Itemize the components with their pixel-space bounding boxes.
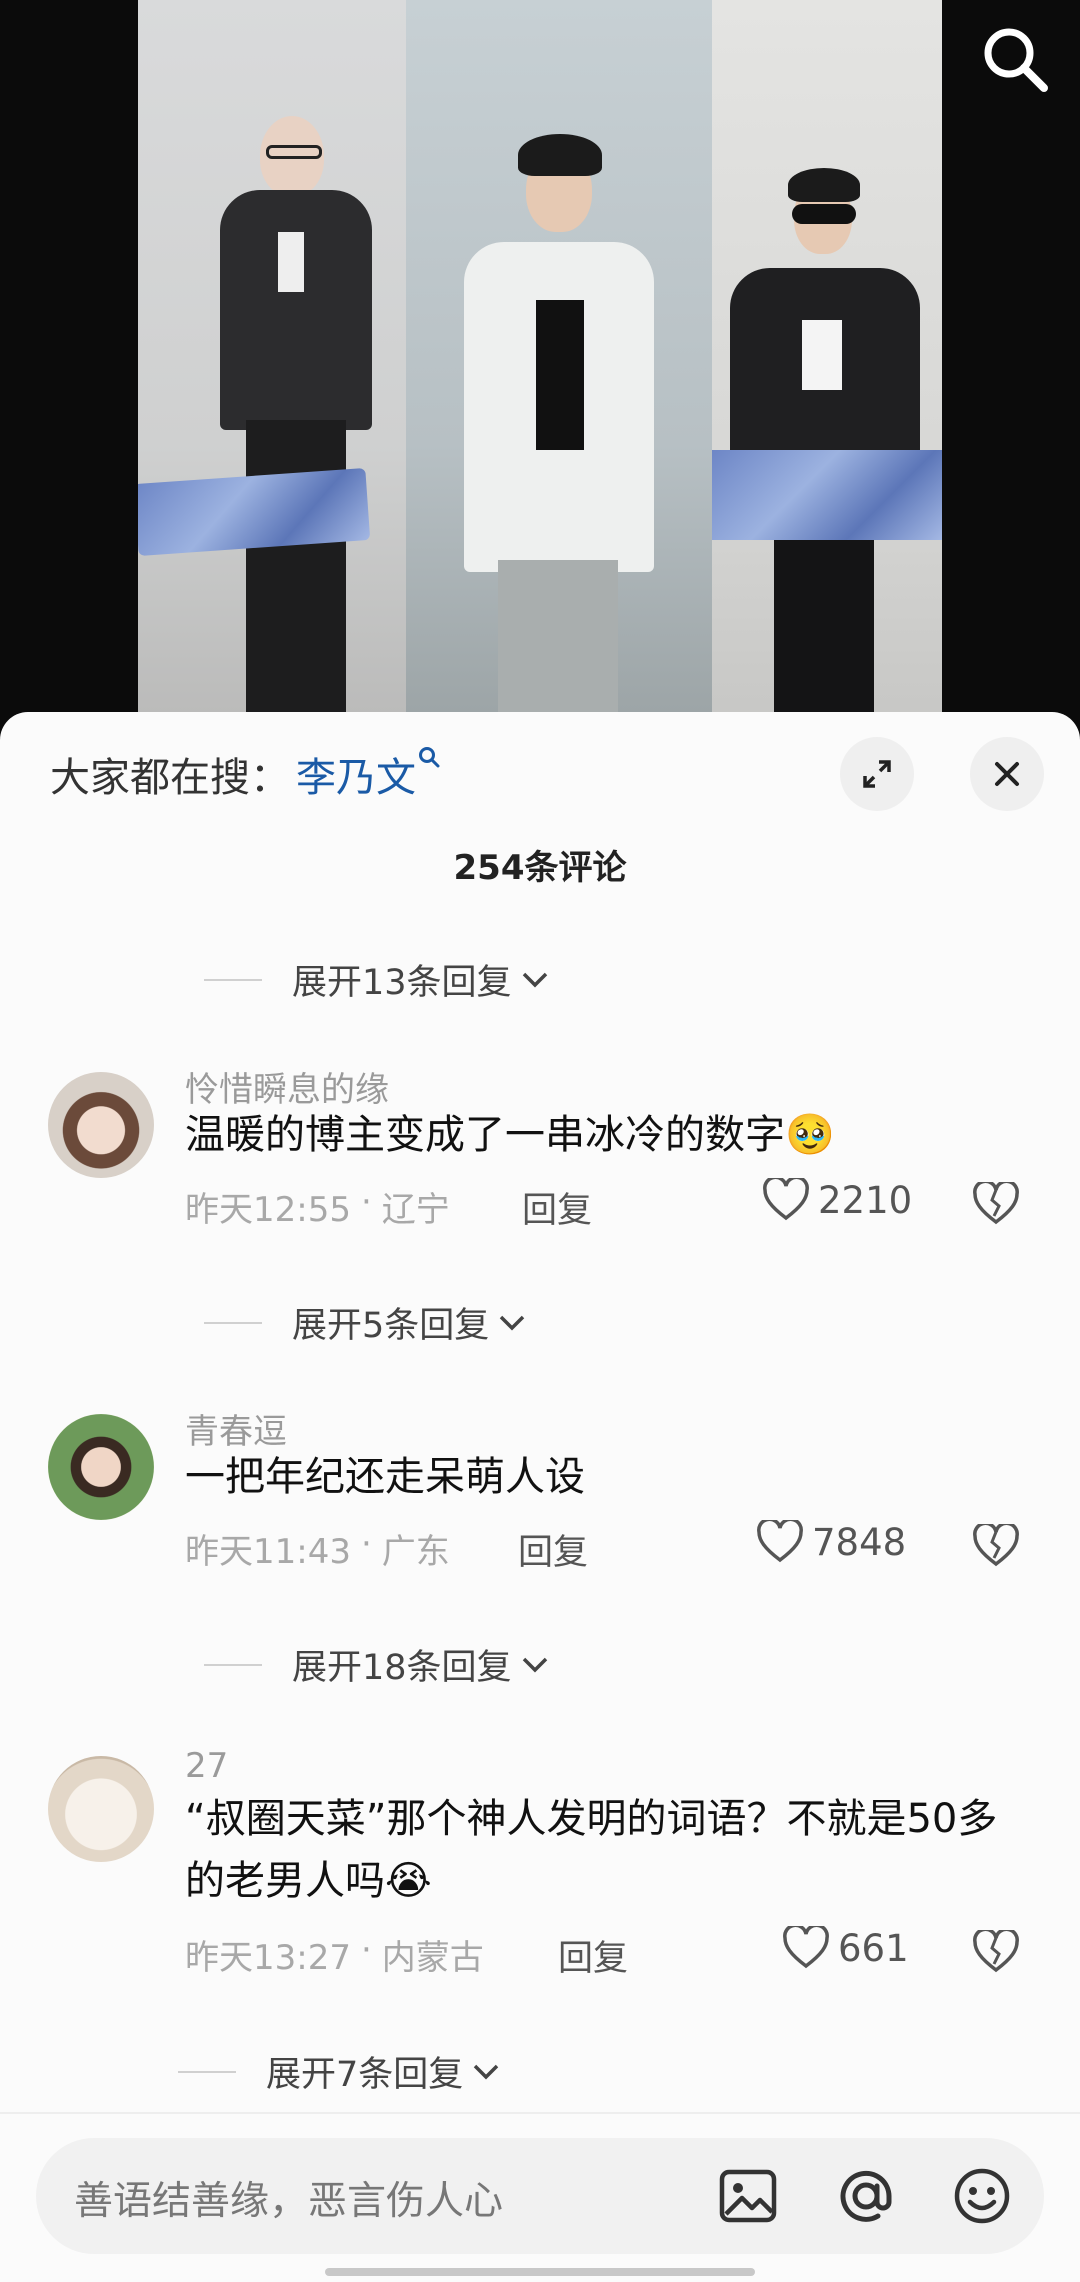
- shirt-inner: [802, 320, 842, 390]
- video-player[interactable]: [0, 0, 1080, 740]
- comment-username[interactable]: 27: [185, 1746, 228, 1786]
- expand-sheet-button[interactable]: [840, 737, 914, 811]
- comment-text: 一把年纪还走呆萌人设: [185, 1454, 585, 1500]
- keyword-search-icon: [418, 746, 440, 774]
- comment-meta: 昨天11:43 · 广东: [185, 1524, 450, 1573]
- search-button[interactable]: [978, 22, 1052, 96]
- like-button[interactable]: 661: [782, 1926, 909, 1970]
- comment-count: 254条评论: [453, 848, 627, 888]
- broken-heart-icon: [973, 1521, 1019, 1567]
- like-count: 2210: [818, 1178, 913, 1222]
- comment-meta: 昨天12:55 · 辽宁: [185, 1182, 450, 1231]
- glasses: [266, 145, 322, 159]
- expand-replies-label: 展开7条回复: [266, 2055, 464, 2095]
- comment-item: 27 “叔圈天菜”那个神人发明的词语？不就是50多的老男人吗😭 昨天13:27 …: [0, 1746, 1080, 2106]
- meta-separator: ·: [360, 1930, 372, 1970]
- reply-button[interactable]: 回复: [518, 1524, 588, 1575]
- divider-line: [204, 1663, 262, 1666]
- chevron-down-icon: [522, 1657, 547, 1672]
- dislike-button[interactable]: [972, 1179, 1020, 1230]
- comment-sheet: 大家都在搜： 李乃文 254条评论 展开13条回复 怜惜瞬息的缘 温暖的博主变成…: [0, 712, 1080, 2282]
- expand-replies-label: 展开13条回复: [292, 963, 512, 1003]
- comment-input-bar[interactable]: 善语结善缘，恶言伤人心: [36, 2138, 1044, 2254]
- comment-time: 昨天12:55: [185, 1190, 351, 1230]
- comment-location: 辽宁: [381, 1190, 450, 1230]
- close-button[interactable]: [970, 737, 1044, 811]
- sunglasses: [792, 204, 856, 224]
- like-count: 661: [838, 1926, 909, 1970]
- reply-button[interactable]: 回复: [558, 1930, 628, 1981]
- comment-text: 温暖的博主变成了一串冰冷的数字🥹: [185, 1112, 835, 1158]
- heart-icon: [783, 1926, 829, 1969]
- comment-location: 内蒙古: [381, 1938, 484, 1978]
- search-icon: [984, 28, 1048, 92]
- person-hair: [788, 168, 860, 202]
- mention-button[interactable]: [834, 2164, 898, 2232]
- trending-keyword[interactable]: 李乃文: [296, 745, 416, 803]
- heart-icon: [757, 1520, 803, 1563]
- comment-time: 昨天11:43: [185, 1532, 351, 1572]
- shirt-inner: [278, 232, 304, 292]
- broken-heart-icon: [973, 1179, 1019, 1225]
- comment-text: “叔圈天菜”那个神人发明的词语？不就是50多的老男人吗😭: [185, 1796, 998, 1904]
- comment-input-placeholder[interactable]: 善语结善缘，恶言伤人心: [74, 2170, 503, 2226]
- emoji-icon: [954, 2168, 1010, 2224]
- divider-line: [204, 978, 262, 981]
- video-panel-right: [712, 0, 942, 740]
- comment-item: 怜惜瞬息的缘 温暖的博主变成了一串冰冷的数字🥹 昨天12:55 · 辽宁 回复 …: [0, 1062, 1080, 1362]
- input-divider: [0, 2112, 1080, 2114]
- meta-separator: ·: [360, 1182, 372, 1222]
- avatar[interactable]: [48, 1756, 154, 1862]
- divider-line: [204, 1321, 262, 1324]
- image-icon: [719, 2169, 777, 2223]
- inner-top: [536, 300, 584, 450]
- comment-time: 昨天13:27: [185, 1938, 351, 1978]
- like-button[interactable]: 7848: [756, 1520, 906, 1564]
- expand-replies[interactable]: 展开18条回复: [204, 1639, 550, 1690]
- blue-cloth: [712, 450, 942, 540]
- heart-icon: [763, 1178, 809, 1221]
- broken-heart-icon: [973, 1927, 1019, 1973]
- chevron-down-icon: [522, 972, 547, 987]
- chevron-down-icon: [500, 1315, 525, 1330]
- meta-separator: ·: [360, 1524, 372, 1564]
- chevron-down-icon: [474, 2064, 499, 2079]
- divider-line: [178, 2070, 236, 2073]
- expand-replies[interactable]: 展开13条回复: [204, 954, 550, 1005]
- expand-replies-label: 展开18条回复: [292, 1648, 512, 1688]
- trending-prefix: 大家都在搜：: [50, 755, 290, 801]
- dislike-button[interactable]: [972, 1927, 1020, 1978]
- comment-location: 广东: [381, 1532, 450, 1572]
- video-panel-left: [138, 0, 406, 740]
- person-hair: [518, 134, 602, 176]
- close-icon: [995, 762, 1019, 786]
- like-button[interactable]: 2210: [762, 1178, 912, 1222]
- person-legs: [246, 420, 346, 740]
- emoji-button[interactable]: [950, 2164, 1014, 2232]
- avatar[interactable]: [48, 1414, 154, 1520]
- person-torso: [220, 190, 372, 430]
- reply-button[interactable]: 回复: [522, 1182, 592, 1233]
- trending-search-bar[interactable]: 大家都在搜： 李乃文: [50, 744, 440, 804]
- image-button[interactable]: [716, 2164, 780, 2232]
- like-count: 7848: [812, 1520, 907, 1564]
- dislike-button[interactable]: [972, 1521, 1020, 1572]
- expand-replies[interactable]: 展开5条回复: [204, 1297, 527, 1348]
- at-icon: [840, 2170, 892, 2222]
- expand-replies[interactable]: 展开7条回复: [178, 2046, 501, 2097]
- video-panel-middle: [406, 0, 712, 740]
- avatar[interactable]: [48, 1072, 154, 1178]
- comment-meta: 昨天13:27 · 内蒙古: [185, 1930, 484, 1979]
- expand-replies-label: 展开5条回复: [292, 1306, 490, 1346]
- home-indicator[interactable]: [325, 2268, 755, 2276]
- expand-icon: [863, 760, 891, 788]
